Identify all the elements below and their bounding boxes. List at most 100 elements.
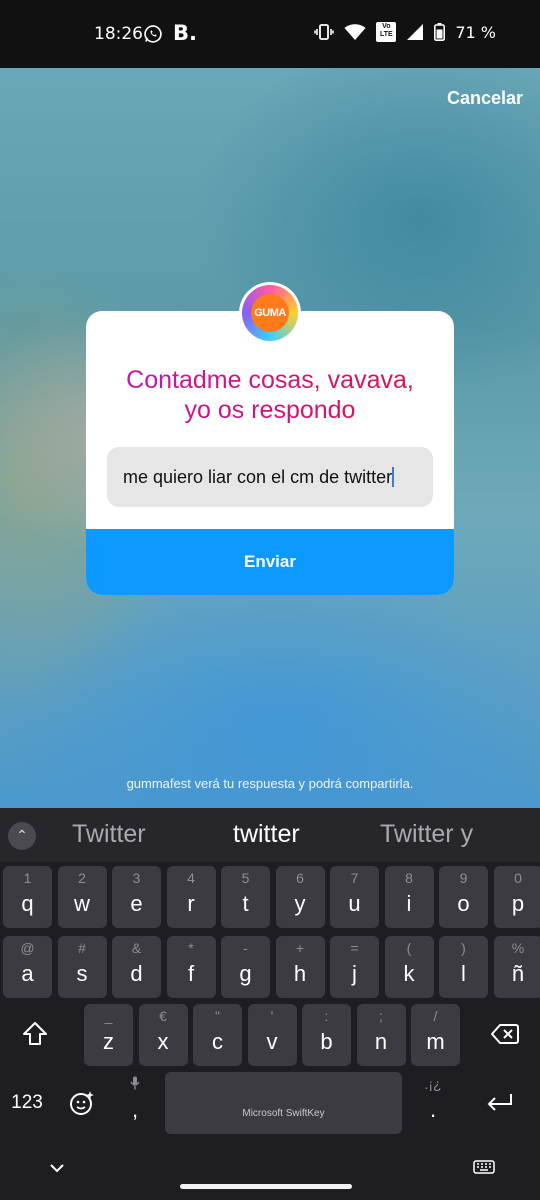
navigation-bar bbox=[0, 1148, 540, 1200]
key-k[interactable]: (k bbox=[384, 936, 434, 998]
key-l[interactable]: ) l bbox=[439, 936, 488, 998]
notification-b-icon: B. bbox=[173, 21, 197, 45]
suggestion-left[interactable]: Twitter bbox=[72, 820, 146, 849]
key-label: , bbox=[131, 1097, 139, 1122]
key-label: i bbox=[406, 891, 412, 916]
key-s[interactable]: # s bbox=[57, 936, 107, 998]
key-hint: 0 bbox=[514, 870, 522, 886]
key-label: t bbox=[242, 891, 249, 916]
battery-icon bbox=[434, 23, 446, 41]
key-hint: ) bbox=[461, 940, 466, 956]
suggestion-bar: ⌃ Twitter twitter Twitter y bbox=[0, 808, 540, 862]
battery-percent: 71 % bbox=[455, 22, 496, 42]
emoji-sparkle-icon bbox=[70, 1091, 94, 1115]
space-bar[interactable]: Microsoft SwiftKey bbox=[165, 1072, 402, 1134]
status-time: 18:26 bbox=[94, 24, 143, 44]
cancel-button[interactable]: Cancelar bbox=[447, 88, 523, 109]
privacy-footnote: gummafest verá tu respuesta y podrá comp… bbox=[126, 776, 414, 791]
numbers-key[interactable]: 123 bbox=[3, 1072, 51, 1134]
key-d[interactable]: & d bbox=[112, 936, 161, 998]
enter-key[interactable] bbox=[470, 1072, 532, 1134]
key-label: k bbox=[403, 961, 415, 986]
key-j[interactable]: = j bbox=[330, 936, 379, 998]
key-g[interactable]: -g bbox=[221, 936, 270, 998]
key-ñ[interactable]: % ñ bbox=[493, 936, 540, 998]
key-p[interactable]: 0p bbox=[493, 866, 540, 928]
key-label: h bbox=[293, 961, 307, 986]
key-h[interactable]: + h bbox=[275, 936, 325, 998]
key-label: u bbox=[348, 891, 361, 916]
wifi-icon bbox=[344, 24, 366, 40]
key-b[interactable]: :b bbox=[302, 1004, 351, 1066]
key-label: a bbox=[21, 961, 34, 986]
key-hint: @ bbox=[20, 940, 35, 956]
microphone-icon bbox=[110, 1076, 160, 1093]
key-hint: 2 bbox=[78, 870, 86, 886]
key-label: n bbox=[374, 1029, 388, 1054]
key-e[interactable]: 3e bbox=[112, 866, 161, 928]
key-label: q bbox=[21, 891, 34, 916]
suggestion-right[interactable]: Twitter y bbox=[380, 820, 473, 849]
key-label: r bbox=[187, 891, 195, 916]
status-indicators: Vo LTE 71 % bbox=[314, 22, 496, 42]
key-label: ñ bbox=[511, 961, 525, 986]
answer-text[interactable]: me quiero liar con el cm de twitter bbox=[123, 467, 395, 488]
key-hint: 6 bbox=[296, 870, 304, 886]
key-hint: 9 bbox=[459, 870, 468, 886]
backspace-key[interactable] bbox=[474, 1004, 536, 1066]
key-label: y bbox=[294, 891, 306, 916]
key-hint: & bbox=[131, 940, 142, 956]
space-bar-label: Microsoft SwiftKey bbox=[242, 1108, 325, 1119]
key-label: w bbox=[74, 891, 90, 916]
volte-icon: Vo LTE bbox=[376, 22, 397, 42]
answer-input[interactable]: me quiero liar con el cm de twitter bbox=[107, 447, 433, 507]
key-hint: * bbox=[188, 940, 194, 956]
key-r[interactable]: 4r bbox=[166, 866, 216, 928]
hide-keyboard-chevron-icon[interactable] bbox=[48, 1162, 66, 1174]
signal-icon bbox=[407, 24, 424, 40]
key-hint: + bbox=[295, 940, 305, 956]
question-sticker-card: Contadme cosas, vavava, yo os respondo me… bbox=[86, 311, 454, 595]
expand-toolbar-chevron-icon[interactable]: ⌃ bbox=[8, 822, 36, 850]
key-t[interactable]: 5t bbox=[221, 866, 270, 928]
key-u[interactable]: 7u bbox=[330, 866, 379, 928]
key-v[interactable]: ' v bbox=[247, 1004, 297, 1066]
avatar-ring: GUMA bbox=[242, 285, 298, 341]
key-hint: ; bbox=[379, 1008, 383, 1024]
key-a[interactable]: @ a bbox=[3, 936, 52, 998]
key-hint: " bbox=[215, 1008, 220, 1024]
enter-icon bbox=[487, 1094, 512, 1111]
key-c[interactable]: " c bbox=[193, 1004, 242, 1066]
key-o[interactable]: 9o bbox=[439, 866, 488, 928]
key-x[interactable]: € x bbox=[138, 1004, 188, 1066]
period-key[interactable]: .¡¿. bbox=[408, 1072, 458, 1134]
question-text: Contadme cosas, vavava, yo os respondo bbox=[86, 365, 454, 425]
key-z[interactable]: _ z bbox=[84, 1004, 133, 1066]
key-q[interactable]: 1q bbox=[3, 866, 52, 928]
key-label: j bbox=[352, 961, 357, 986]
key-hint: 5 bbox=[241, 870, 250, 886]
key-label: v bbox=[266, 1029, 278, 1054]
key-y[interactable]: 6y bbox=[275, 866, 325, 928]
key-m[interactable]: / m bbox=[411, 1004, 460, 1066]
shift-key[interactable] bbox=[3, 1004, 65, 1066]
key-w[interactable]: 2w bbox=[57, 866, 107, 928]
key-hint: / bbox=[433, 1008, 438, 1024]
suggestion-center[interactable]: twitter bbox=[233, 820, 300, 849]
keyboard-switch-icon[interactable] bbox=[473, 1160, 495, 1176]
key-hint: _ bbox=[104, 1008, 113, 1024]
key-n[interactable]: ; n bbox=[356, 1004, 406, 1066]
key-label: d bbox=[130, 961, 143, 986]
key-label: z bbox=[103, 1029, 114, 1054]
home-indicator[interactable] bbox=[180, 1184, 352, 1189]
emoji-key[interactable] bbox=[56, 1072, 106, 1134]
key-label: f bbox=[187, 961, 195, 986]
avatar: GUMA bbox=[239, 282, 301, 344]
key-f[interactable]: * f bbox=[166, 936, 216, 998]
key-hint: % bbox=[511, 940, 525, 956]
send-button[interactable]: Enviar bbox=[86, 529, 454, 595]
comma-key[interactable]: , bbox=[110, 1072, 160, 1134]
key-hint: € bbox=[159, 1008, 167, 1024]
key-i[interactable]: 8i bbox=[384, 866, 434, 928]
key-hint: ( bbox=[406, 940, 412, 956]
